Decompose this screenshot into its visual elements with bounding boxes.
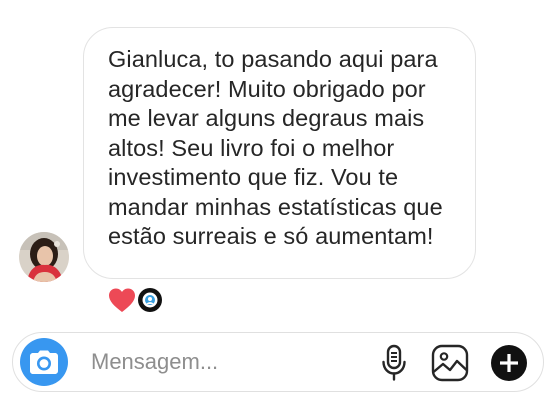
avatar-photo-icon [19,232,69,282]
message-bubble[interactable]: Gianluca, to pasando aqui para agradecer… [83,27,476,279]
microphone-icon[interactable] [381,344,407,382]
message-text: Gianluca, to pasando aqui para agradecer… [108,46,443,249]
message-reactions[interactable] [108,287,162,313]
gallery-icon[interactable] [431,344,469,382]
reactor-avatar[interactable] [138,288,162,312]
reactor-avatar-icon [142,292,158,308]
message-input[interactable] [91,347,371,377]
sender-avatar[interactable] [19,232,69,282]
camera-icon [30,350,58,374]
plus-circle-icon[interactable] [490,344,528,382]
heart-reaction-icon [109,288,135,312]
message-composer [12,332,544,392]
camera-button[interactable] [20,338,68,386]
